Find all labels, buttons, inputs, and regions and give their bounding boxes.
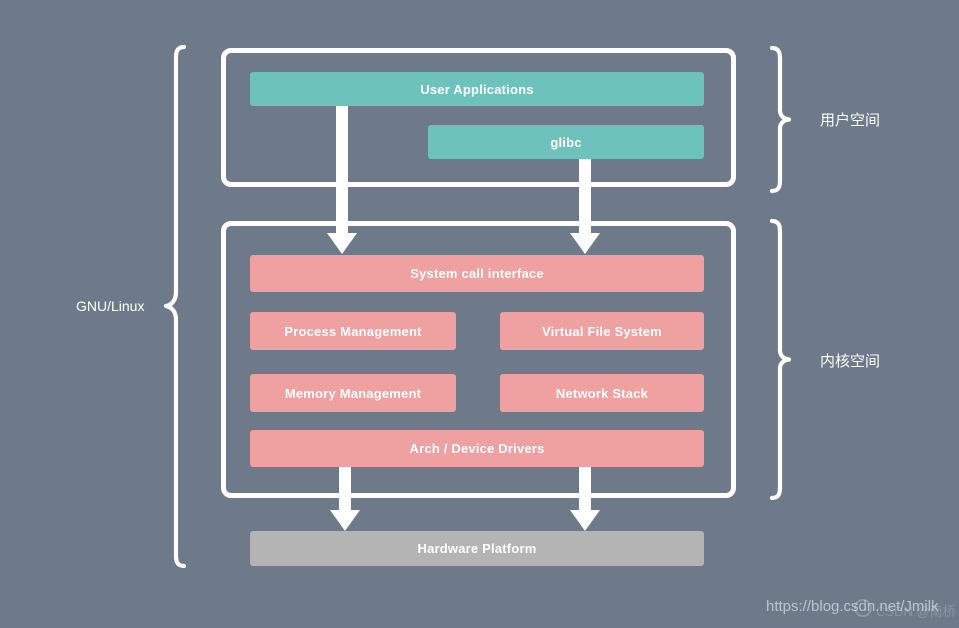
block-virtual-file-system[interactable]: Virtual File System — [500, 312, 704, 350]
label-kernel-space: 内核空间 — [820, 353, 881, 370]
label-user-space: 用户空间 — [820, 112, 881, 129]
block-process-management[interactable]: Process Management — [250, 312, 456, 350]
user-space-container — [221, 48, 736, 187]
block-network-stack[interactable]: Network Stack — [500, 374, 704, 412]
brace-gnu-linux — [163, 44, 187, 569]
block-hardware-platform[interactable]: Hardware Platform — [250, 531, 704, 566]
block-system-call-interface[interactable]: System call interface — [250, 255, 704, 292]
block-glibc[interactable]: glibc — [428, 125, 704, 159]
diagram-canvas: GNU/Linux User Applications glibc System… — [0, 0, 959, 628]
block-user-applications[interactable]: User Applications — [250, 72, 704, 106]
brace-user-space — [769, 45, 792, 194]
brace-kernel-space — [769, 218, 792, 501]
watermark-logo-ring — [854, 599, 872, 617]
block-arch-device-drivers[interactable]: Arch / Device Drivers — [250, 430, 704, 467]
label-gnu-linux: GNU/Linux — [76, 298, 145, 314]
block-memory-management[interactable]: Memory Management — [250, 374, 456, 412]
watermark-overlay-text: CSDN @南桥 — [876, 604, 956, 619]
